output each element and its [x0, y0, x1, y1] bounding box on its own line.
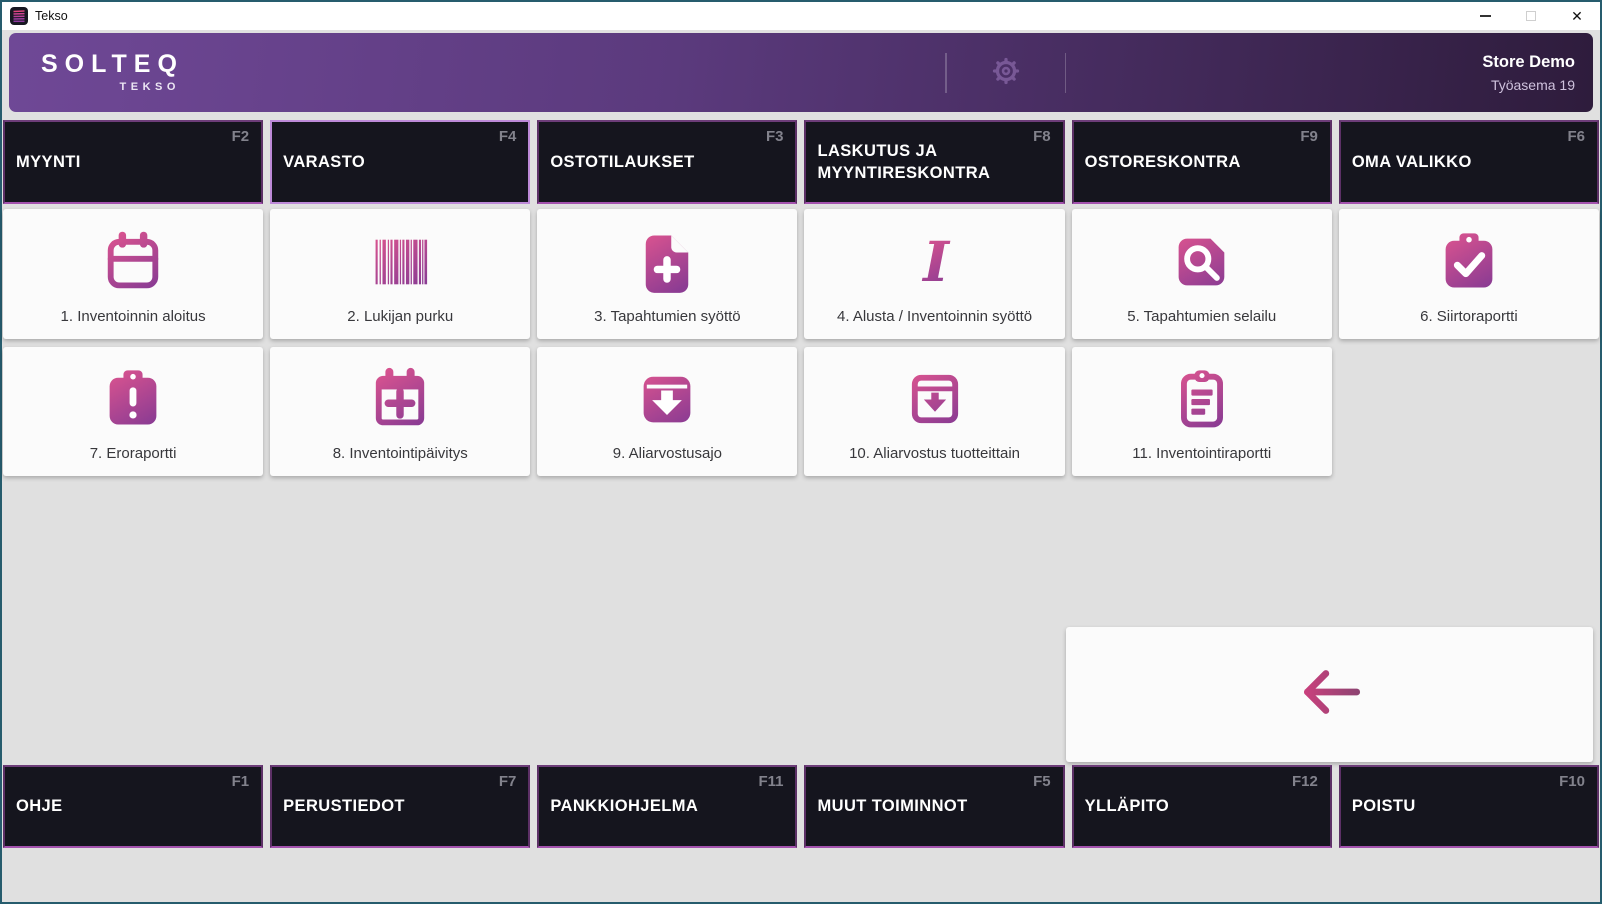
close-button[interactable]: ✕ [1554, 2, 1600, 30]
tile-tapahtumien-syotto[interactable]: 3. Tapahtumien syöttö [537, 209, 797, 339]
fkey-label: F8 [1033, 128, 1051, 145]
menu-tile-muut-toiminnot[interactable]: F5 MUUT TOIMINNOT [804, 765, 1064, 848]
clipboard-check-icon [1435, 209, 1503, 308]
tile-tapahtumien-selailu[interactable]: 5. Tapahtumien selailu [1072, 209, 1332, 339]
menu-tile-varasto[interactable]: F4 VARASTO [270, 120, 530, 204]
bottom-menu-row: F1 OHJE F7 PERUSTIEDOT F11 PANKKIOHJELMA… [3, 765, 1599, 848]
maximize-button[interactable] [1508, 2, 1554, 30]
tile-alusta-inventoinnin-syotto[interactable]: I 4. Alusta / Inventoinnin syöttö [804, 209, 1064, 339]
workstation-label: Työasema 19 [1482, 77, 1575, 93]
app-logo-icon [10, 7, 28, 25]
fkey-label: F2 [232, 128, 250, 145]
header-center [945, 51, 1066, 95]
fkey-label: F6 [1567, 128, 1585, 145]
fkey-label: F10 [1559, 773, 1585, 790]
window-title: Tekso [35, 9, 68, 23]
menu-tile-laskutus[interactable]: F8 LASKUTUS JA MYYNTIRESKONTRA [804, 120, 1064, 204]
store-name: Store Demo [1482, 53, 1575, 72]
fkey-label: F3 [766, 128, 784, 145]
close-icon: ✕ [1571, 9, 1583, 23]
fkey-label: F12 [1292, 773, 1318, 790]
function-tile-row-2: 7. Eroraportti [3, 347, 1599, 476]
fkey-label: F7 [499, 773, 517, 790]
function-tile-row-1: 1. Inventoinnin aloitus [3, 209, 1599, 339]
fkey-label: F5 [1033, 773, 1051, 790]
minimize-button[interactable] [1462, 2, 1508, 30]
fkey-label: F9 [1300, 128, 1318, 145]
clipboard-alert-icon [99, 347, 167, 445]
tile-aliarvostusajo[interactable]: 9. Aliarvostusajo [537, 347, 797, 476]
menu-tile-oma-valikko[interactable]: F6 OMA VALIKKO [1339, 120, 1599, 204]
brand-name: SOLTEQ [41, 52, 184, 77]
tile-aliarvostus-tuotteittain[interactable]: 10. Aliarvostus tuotteittain [804, 347, 1064, 476]
menu-tile-ostoreskontra[interactable]: F9 OSTORESKONTRA [1072, 120, 1332, 204]
menu-tile-ostotilaukset[interactable]: F3 OSTOTILAUKSET [537, 120, 797, 204]
tile-lukijan-purku[interactable]: 2. Lukijan purku [270, 209, 530, 339]
archive-down-icon [633, 347, 701, 445]
tile-inventointiraportti[interactable]: 11. Inventointiraportti [1072, 347, 1332, 476]
header-divider [945, 53, 947, 93]
minimize-icon [1480, 15, 1491, 17]
back-button[interactable] [1066, 627, 1593, 762]
app-window: Tekso ✕ SOLTEQ TEKSO [0, 0, 1602, 904]
calendar-add-icon [366, 347, 434, 445]
archive-down-outline-icon [901, 347, 969, 445]
menu-tile-yllapito[interactable]: F12 YLLÄPITO [1072, 765, 1332, 848]
tile-siirtoraportti[interactable]: 6. Siirtoraportti [1339, 209, 1599, 339]
session-info: Store Demo Työasema 19 [1482, 53, 1575, 93]
brand-logo: SOLTEQ TEKSO [41, 52, 184, 93]
svg-text:I: I [921, 230, 951, 295]
app-header: SOLTEQ TEKSO [9, 33, 1593, 112]
tile-inventointipaivitys[interactable]: 8. Inventointipäivitys [270, 347, 530, 476]
italic-i-icon: I [901, 209, 969, 308]
fkey-label: F1 [232, 773, 250, 790]
main-content: SOLTEQ TEKSO [2, 30, 1600, 902]
document-search-icon [1168, 209, 1236, 308]
menu-tile-pankkiohjelma[interactable]: F11 PANKKIOHJELMA [537, 765, 797, 848]
tile-eroraportti[interactable]: 7. Eroraportti [3, 347, 263, 476]
menu-tile-perustiedot[interactable]: F7 PERUSTIEDOT [270, 765, 530, 848]
menu-tile-poistu[interactable]: F10 POISTU [1339, 765, 1599, 848]
document-add-icon [633, 209, 701, 308]
fkey-label: F11 [758, 773, 783, 790]
gear-icon [985, 50, 1027, 95]
barcode-icon [366, 209, 434, 308]
menu-tile-myynti[interactable]: F2 MYYNTI [3, 120, 263, 204]
titlebar: Tekso ✕ [2, 2, 1600, 30]
top-menu-row: F2 MYYNTI F4 VARASTO F3 OSTOTILAUKSET F8… [3, 120, 1599, 204]
tile-inventoinnin-aloitus[interactable]: 1. Inventoinnin aloitus [3, 209, 263, 339]
menu-tile-ohje[interactable]: F1 OHJE [3, 765, 263, 848]
calendar-icon [99, 209, 167, 308]
arrow-left-icon [1293, 663, 1367, 726]
maximize-icon [1526, 11, 1536, 21]
brand-product: TEKSO [41, 81, 184, 93]
fkey-label: F4 [499, 128, 517, 145]
settings-button[interactable] [985, 50, 1027, 95]
clipboard-list-icon [1168, 347, 1236, 445]
header-divider [1065, 53, 1067, 93]
